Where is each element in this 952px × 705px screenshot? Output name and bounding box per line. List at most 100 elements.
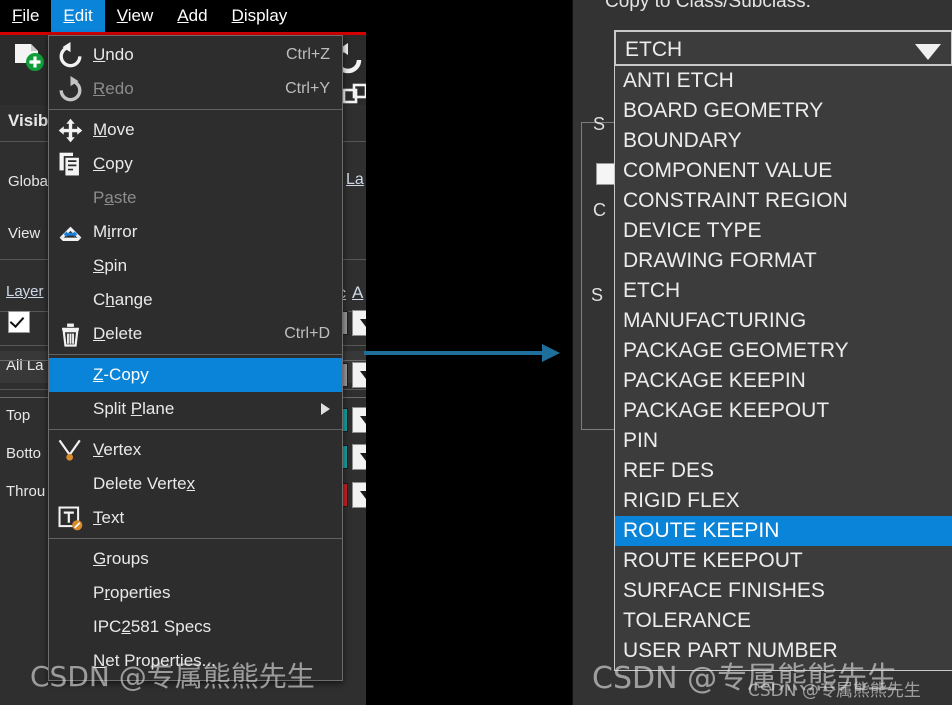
column-label-partial: La <box>346 171 364 188</box>
menu-item-move[interactable]: Move <box>49 113 342 147</box>
menu-item-properties[interactable]: Properties <box>49 576 342 610</box>
menu-item-icon-slot <box>49 576 93 610</box>
listbox-option[interactable]: COMPONENT VALUE <box>615 156 952 186</box>
menu-item-undo[interactable]: Undo Ctrl+Z <box>49 38 342 72</box>
vertex-icon <box>49 433 93 467</box>
trash-icon <box>49 317 93 351</box>
menu-item-vertex[interactable]: Vertex <box>49 433 342 467</box>
menu-item-spin[interactable]: Spin <box>49 249 342 283</box>
menu-item-delete-vertex[interactable]: Delete Vertex <box>49 467 342 501</box>
copy-icon <box>49 147 93 181</box>
layer-color-dropdown-5[interactable] <box>352 482 366 508</box>
listbox-option[interactable]: SURFACE FINISHES <box>615 576 952 606</box>
menu-item-redo: Redo Ctrl+Y <box>49 72 342 106</box>
menu-item-label: IPC2581 Specs <box>93 617 212 636</box>
menu-item-label: Delete <box>93 324 143 343</box>
edit-dropdown-menu: Undo Ctrl+Z Redo Ctrl+Y Move Copy Paste Mirror S… <box>48 35 343 681</box>
menu-bar: File Edit View Add Display <box>0 0 366 32</box>
menu-item-ipc2581-specs[interactable]: IPC2581 Specs <box>49 610 342 644</box>
undo-icon <box>49 38 93 72</box>
menu-item-icon-slot <box>49 610 93 644</box>
menu-item-label: Copy <box>93 154 133 173</box>
menu-item-label: Text <box>93 508 125 527</box>
listbox-option[interactable]: MANUFACTURING <box>615 306 952 336</box>
menu-item-label: Properties <box>93 583 171 602</box>
listbox-option[interactable]: ROUTE KEEPIN <box>615 516 952 546</box>
chevron-down-icon[interactable] <box>915 44 941 60</box>
listbox-option[interactable]: PIN <box>615 426 952 456</box>
listbox-option[interactable]: VIA KEEPOUT <box>615 666 952 670</box>
menu-item-icon-slot <box>49 249 93 283</box>
menu-file[interactable]: File <box>0 0 51 32</box>
menu-item-label: Spin <box>93 256 128 275</box>
menu-separator <box>49 109 342 110</box>
menu-item-copy[interactable]: Copy <box>49 147 342 181</box>
listbox-option[interactable]: DRAWING FORMAT <box>615 246 952 276</box>
listbox-option[interactable]: ETCH <box>615 276 952 306</box>
dialog-title: Copy to Class/Subclass: <box>605 0 811 12</box>
menu-item-net-properties[interactable]: Net Properties... <box>49 644 342 678</box>
text-icon <box>49 501 93 535</box>
cad-application-left-pane: File Edit View Add Display Visib Globa V… <box>0 0 366 705</box>
listbox-option[interactable]: BOARD GEOMETRY <box>615 96 952 126</box>
pointer-arrow-right-icon <box>362 341 562 365</box>
move-icon <box>49 113 93 147</box>
background-checkbox[interactable] <box>596 163 616 185</box>
listbox-option[interactable]: BOUNDARY <box>615 126 952 156</box>
listbox-option[interactable]: ANTI ETCH <box>615 66 952 96</box>
menu-add[interactable]: Add <box>165 0 219 32</box>
visibility-row-view[interactable]: View <box>8 225 40 242</box>
listbox-option[interactable]: PACKAGE KEEPOUT <box>615 396 952 426</box>
visibility-row-through[interactable]: Throu <box>6 483 45 500</box>
menu-display[interactable]: Display <box>220 0 300 32</box>
listbox-option[interactable]: RIGID FLEX <box>615 486 952 516</box>
menu-item-groups[interactable]: Groups <box>49 542 342 576</box>
menu-item-change[interactable]: Change <box>49 283 342 317</box>
menu-item-shortcut: Ctrl+Z <box>286 46 330 63</box>
background-label-s1: S <box>593 114 606 134</box>
redo-icon <box>49 72 93 106</box>
menu-item-split-plane[interactable]: Split Plane <box>49 392 342 426</box>
class-subclass-combo[interactable]: ETCH <box>614 30 952 66</box>
layer-color-dropdown-2[interactable] <box>352 362 366 388</box>
layer-color-dropdown-3[interactable] <box>352 407 366 433</box>
menu-item-shortcut: Ctrl+Y <box>285 80 330 97</box>
menu-view[interactable]: View <box>105 0 166 32</box>
listbox-option[interactable]: DEVICE TYPE <box>615 216 952 246</box>
menu-item-mirror[interactable]: Mirror <box>49 215 342 249</box>
menu-item-text[interactable]: Text <box>49 501 342 535</box>
menu-item-delete[interactable]: Delete Ctrl+D <box>49 317 342 351</box>
class-subclass-listbox[interactable]: ANTI ETCH BOARD GEOMETRY BOUNDARY COMPONENT… <box>614 66 952 671</box>
menu-separator <box>49 429 342 430</box>
menu-item-icon-slot <box>49 467 93 501</box>
combo-selected-value: ETCH <box>625 38 683 61</box>
layer-color-dropdown-4[interactable] <box>352 444 366 470</box>
menu-item-label: Delete Vertex <box>93 474 196 493</box>
submenu-arrow-icon <box>321 403 330 415</box>
menu-item-label: Undo <box>93 45 134 64</box>
menu-item-label: Mirror <box>93 222 138 241</box>
listbox-option[interactable]: ROUTE KEEPOUT <box>615 546 952 576</box>
layer-visible-checkbox[interactable] <box>8 311 30 333</box>
listbox-option[interactable]: PACKAGE GEOMETRY <box>615 336 952 366</box>
visibility-row-top[interactable]: Top <box>6 407 30 424</box>
menu-item-label: Groups <box>93 549 149 568</box>
menu-item-icon-slot <box>49 181 93 215</box>
menu-edit[interactable]: Edit <box>51 0 105 32</box>
listbox-option[interactable]: USER PART NUMBER <box>615 636 952 666</box>
background-label-s2: S <box>591 285 604 305</box>
visibility-row-bottom[interactable]: Botto <box>6 445 41 462</box>
visibility-row-layer[interactable]: Layer <box>6 283 44 300</box>
background-label-c: C <box>593 200 606 220</box>
menu-item-label: Vertex <box>93 440 142 459</box>
listbox-option[interactable]: CONSTRAINT REGION <box>615 186 952 216</box>
visibility-panel-title: Visib <box>8 111 49 130</box>
listbox-option[interactable]: PACKAGE KEEPIN <box>615 366 952 396</box>
listbox-option[interactable]: TOLERANCE <box>615 606 952 636</box>
visibility-row-global[interactable]: Globa <box>8 173 48 190</box>
menu-separator <box>49 538 342 539</box>
listbox-option[interactable]: REF DES <box>615 456 952 486</box>
new-document-icon[interactable] <box>10 41 46 82</box>
layer-color-dropdown-1[interactable] <box>352 310 366 336</box>
menu-item-z-copy[interactable]: Z-Copy <box>49 358 342 392</box>
